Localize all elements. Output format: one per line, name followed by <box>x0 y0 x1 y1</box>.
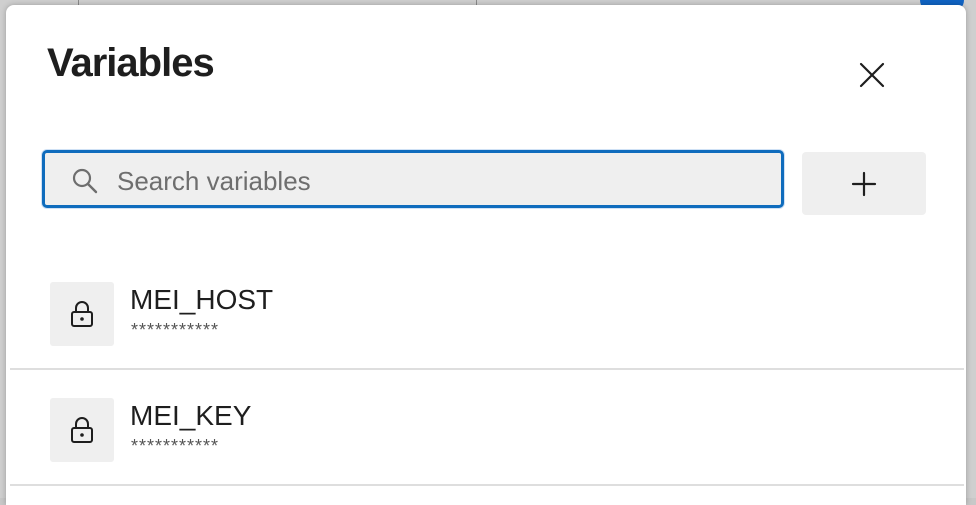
variable-row[interactable]: MEI_HOST *********** <box>10 252 964 370</box>
search-field[interactable] <box>42 150 784 208</box>
variable-name: MEI_HOST <box>130 284 274 315</box>
lock-icon-tile <box>50 282 114 346</box>
lock-icon <box>71 417 93 443</box>
close-button[interactable] <box>852 57 892 93</box>
dialog-title: Variables <box>47 41 215 85</box>
search-icon <box>72 168 98 194</box>
close-icon <box>859 62 885 88</box>
lock-icon-tile <box>50 398 114 462</box>
variable-name: MEI_KEY <box>130 400 252 431</box>
variable-value: *********** <box>131 320 220 340</box>
search-input[interactable] <box>115 161 769 201</box>
variable-value: *********** <box>131 436 220 456</box>
plus-icon <box>851 171 877 197</box>
variables-dialog: Variables MEI_HOST *********** <box>6 5 966 505</box>
lock-icon <box>71 301 93 327</box>
add-variable-button[interactable] <box>802 152 926 215</box>
variable-row[interactable]: MEI_KEY *********** <box>10 368 964 486</box>
